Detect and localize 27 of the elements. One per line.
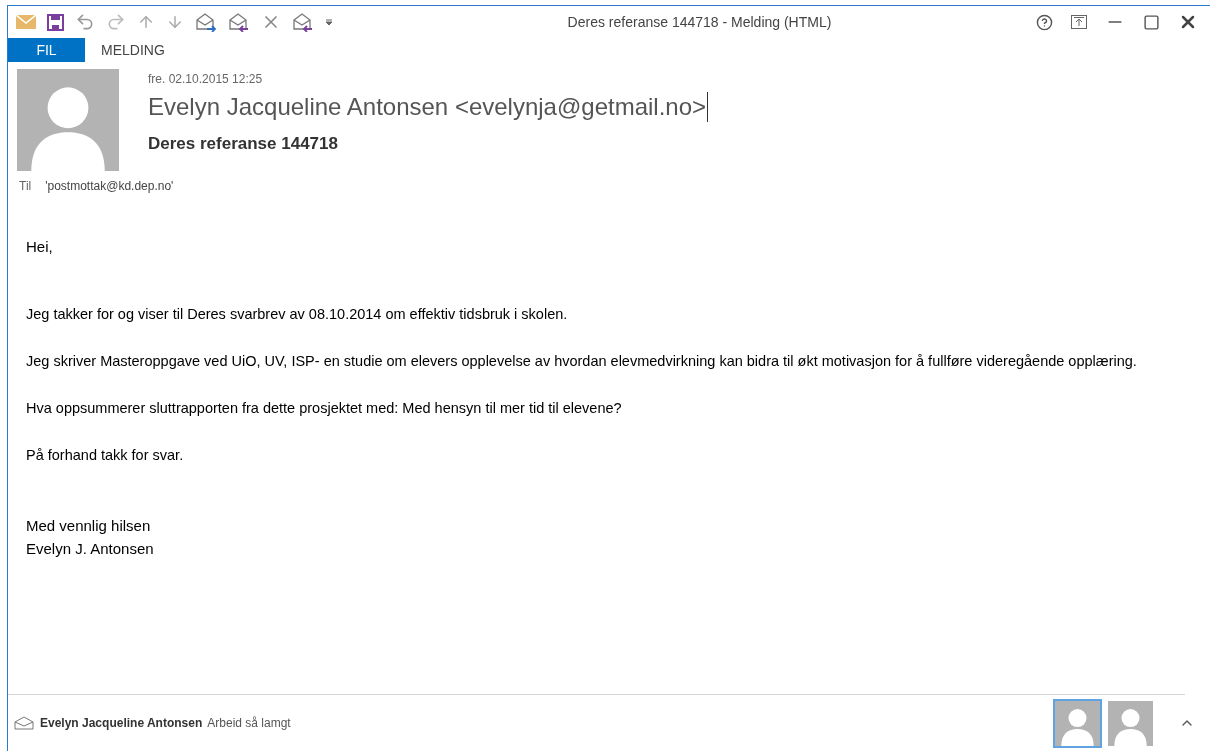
save-icon[interactable] bbox=[47, 13, 64, 31]
greeting: Hei, bbox=[26, 237, 54, 257]
message-date: fre. 02.10.2015 12:25 bbox=[148, 71, 264, 88]
dropdown-icon[interactable] bbox=[325, 18, 333, 26]
contact-status: Arbeid så lamgt bbox=[207, 715, 291, 732]
body-paragraph: Jeg takker for og viser til Deres svarbrev av 08.10.2014 om effektiv tidsbruk i skolen. bbox=[26, 305, 569, 324]
ribbon-tab[interactable]: MELDING bbox=[85, 38, 181, 62]
maximize-icon[interactable] bbox=[1143, 13, 1160, 31]
envelope-arrow-icon[interactable] bbox=[292, 12, 314, 32]
to-label: Til bbox=[19, 178, 32, 195]
body-paragraph: På forhand takk for svar. bbox=[26, 446, 185, 465]
body-paragraph: Jeg skriver Masteroppgave ved UiO, UV, ISP- en studie om elevers opplevelse av hvordan elevmedvirkning kan bidra til økt motivasjon for å fullføre videregående opplæring. bbox=[26, 352, 1138, 371]
ribbon-tab[interactable]: FIL bbox=[8, 38, 85, 62]
help-icon[interactable] bbox=[1036, 13, 1053, 31]
envelope-arrow-icon[interactable] bbox=[228, 12, 250, 32]
body-paragraph: Hva oppsummerer sluttrapporten fra dette prosjektet med: Med hensyn til mer tid til elevene? bbox=[26, 399, 623, 418]
message-subject: Deres referanse 144718 bbox=[148, 133, 339, 155]
sender-name: Evelyn Jacqueline Antonsen <evelynja@getmail.no> bbox=[148, 92, 709, 122]
contact-name: Evelyn Jacqueline Antonsen bbox=[40, 715, 203, 732]
closing-line: Med vennlig hilsen bbox=[26, 516, 152, 536]
envelope-icon bbox=[14, 716, 34, 730]
window-title: Deres referanse 144718 - Melding (HTML) bbox=[566, 12, 833, 32]
envelope-arrow-icon[interactable] bbox=[195, 12, 217, 32]
undo-icon[interactable] bbox=[75, 12, 95, 32]
closing-line: Evelyn J. Antonsen bbox=[26, 539, 155, 559]
recipient: 'postmottak@kd.dep.no' bbox=[45, 178, 174, 195]
ribbon-display-icon[interactable] bbox=[1071, 15, 1087, 29]
